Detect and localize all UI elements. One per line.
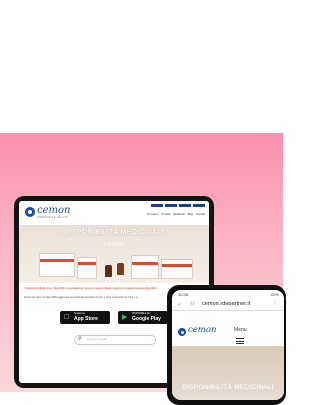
app-store-button[interactable]:  Scarica su App Store [60,311,110,324]
home-icon[interactable]: ⌂ [178,301,181,307]
google-play-button[interactable]: ▶ DISPONIBILE SU Google Play [118,311,168,324]
top-button[interactable] [193,204,205,207]
top-button[interactable] [179,204,191,207]
hero-title: DISPONIBILITÀ MEDICINALI [64,229,164,236]
box-band [78,262,96,265]
status-time: 10:36 [178,292,189,297]
nav-item[interactable]: Blog [188,213,193,216]
lock-icon: ⚇ [190,301,195,307]
cemon-logo-icon [178,328,186,336]
apple-icon:  [64,314,69,321]
bottle-image [117,263,124,275]
search-placeholder: Cerca un rimedio [87,338,107,341]
cemon-logo-icon [25,207,35,217]
nav-item[interactable]: Chi siamo [147,213,159,216]
phone-device: 10:36 62% ⌂ ⚇ cemon.rdepartner.it ⋮ cemo… [167,285,286,405]
menu-label[interactable]: Menu [234,327,247,333]
phone-screen: 10:36 62% ⌂ ⚇ cemon.rdepartner.it ⋮ cemo… [172,290,284,400]
bottle-image [105,265,112,277]
top-buttons [151,204,205,207]
search-input[interactable]: ⚲ Cerca un rimedio [74,335,156,345]
hero-subtitle: CEMON [103,242,125,248]
url-text[interactable]: cemon.rdepartner.it [202,301,250,307]
hero-banner: DISPONIBILITÀ MEDICINALI CEMON [19,225,209,283]
browser-address-bar[interactable]: ⌂ ⚇ cemon.rdepartner.it ⋮ [172,298,284,311]
box-band [40,259,74,262]
google-play-label: Google Play [132,316,161,322]
app-store-small: Scarica su [74,313,85,315]
site-logo[interactable]: cemon [37,205,70,216]
options-icon[interactable]: ⋮ [273,301,278,307]
app-store-label: App Store [74,316,98,322]
nav-item[interactable]: Prodotti [161,213,170,216]
box-band [132,262,158,265]
nav-item[interactable]: Contatti [196,213,205,216]
status-battery: 62% [270,292,279,297]
product-box [161,259,193,279]
box-band [162,264,192,267]
main-nav: Chi siamo Prodotti Medicinali Blog Conta… [147,213,205,216]
top-button[interactable] [165,204,177,207]
play-icon: ▶ [122,314,128,321]
google-play-small: DISPONIBILE SU [132,313,151,315]
product-box [131,255,159,279]
nav-item[interactable]: Medicinali [173,213,185,216]
hamburger-menu-icon[interactable] [236,338,244,346]
site-header: cemon OMEOPATIA E SALUTE Chi siamo Prodo… [19,201,209,223]
product-box [39,253,75,277]
status-bar: 10:36 62% [172,290,284,298]
product-box [77,257,97,279]
site-logo[interactable]: cemon [188,325,216,335]
logo-tagline: OMEOPATIA E SALUTE [37,216,68,219]
search-icon: ⚲ [78,336,82,342]
top-button[interactable] [151,204,163,207]
phone-hero-title: DISPONIBILITÀ MEDICINALI [182,384,274,391]
